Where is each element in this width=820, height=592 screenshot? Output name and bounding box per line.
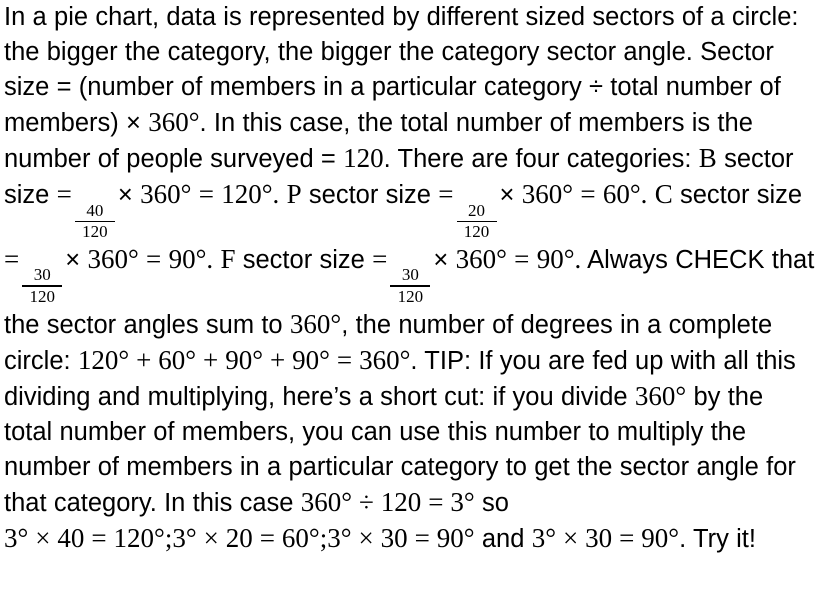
fraction-20-over-120: 20 120 — [456, 200, 497, 242]
period-2: . — [640, 179, 648, 210]
degrees-360-value-b: 360° — [140, 179, 192, 210]
fraction-numerator: 30 — [401, 265, 419, 285]
sector-angle-f-result: 90° — [536, 244, 575, 274]
try-it-closing-text: . Try it! — [679, 525, 756, 554]
sector-angle-p-result: 60° — [602, 179, 641, 210]
period-1: . — [272, 179, 280, 210]
shortcut-calculation-2: 3° × 40 = 120°; — [4, 523, 173, 554]
degrees-360-value-e: 360° — [455, 244, 507, 274]
fraction-denominator: 120 — [82, 222, 108, 242]
degrees-360-value-d: 360° — [87, 244, 139, 274]
category-label-p: P — [286, 179, 302, 210]
equals-sign-3: = — [438, 179, 454, 210]
equals-sign-7: = — [372, 244, 388, 274]
shortcut-calculation-4: 3° × 30 = 90° — [327, 523, 475, 554]
equals-sign-8: = — [514, 244, 530, 274]
degrees-360-value-f: 360° — [289, 308, 342, 339]
and-connector-text: and — [474, 525, 532, 554]
fraction-30-over-120-a: 30 120 — [22, 265, 63, 306]
degrees-360-value-c: 360° — [521, 179, 574, 210]
category-label-c: C — [654, 179, 673, 210]
sector-angle-c-result: 90° — [168, 244, 207, 274]
multiplication-sign-2: × — [499, 181, 515, 210]
period-3: . — [206, 244, 214, 274]
equals-sign-4: = — [580, 179, 596, 210]
multiplication-sign-4: × — [433, 246, 449, 274]
fraction-numerator: 30 — [33, 265, 51, 285]
fraction-30-over-120-b: 30 120 — [390, 265, 431, 306]
sector-angle-sum-expression: 120° + 60° + 90° + 90° = 360° — [77, 344, 411, 375]
shortcut-calculation-5: 3° × 30 = 90° — [531, 523, 680, 554]
fraction-numerator: 40 — [86, 200, 104, 220]
fraction-40-over-120: 40 120 — [74, 200, 115, 242]
equals-sign-6: = — [146, 244, 162, 274]
degrees-360-value: 360° — [148, 107, 200, 138]
equals-sign-5: = — [4, 244, 20, 274]
fraction-denominator: 120 — [397, 286, 424, 306]
fraction-denominator: 120 — [463, 222, 490, 242]
sector-size-label-c: sector size — [672, 181, 803, 210]
shortcut-calculation-1: 360° ÷ 120 = 3° — [300, 487, 475, 517]
category-label-f: F — [220, 244, 236, 274]
degrees-360-value-g: 360° — [634, 380, 687, 411]
multiplication-sign-1: × — [117, 181, 133, 210]
fraction-denominator: 120 — [29, 286, 55, 306]
sector-angle-b-result: 120° — [221, 179, 273, 210]
fraction-numerator: 20 — [468, 200, 485, 220]
four-categories-text: . There are four categories: — [383, 145, 699, 174]
sector-size-label-p: sector size — [301, 181, 439, 210]
multiplication-sign-3: × — [65, 246, 81, 274]
equals-sign-1: = — [56, 179, 72, 210]
so-connector-text: so — [474, 489, 509, 517]
sector-size-label-f: sector size — [235, 246, 373, 274]
equals-sign-2: = — [198, 179, 214, 210]
shortcut-calculation-3: 3° × 20 = 60°; — [172, 523, 328, 554]
pie-chart-explanation-paragraph: In a pie chart, data is represented by d… — [4, 0, 816, 557]
category-label-b: B — [698, 143, 717, 174]
total-members-value: 120 — [343, 143, 384, 174]
